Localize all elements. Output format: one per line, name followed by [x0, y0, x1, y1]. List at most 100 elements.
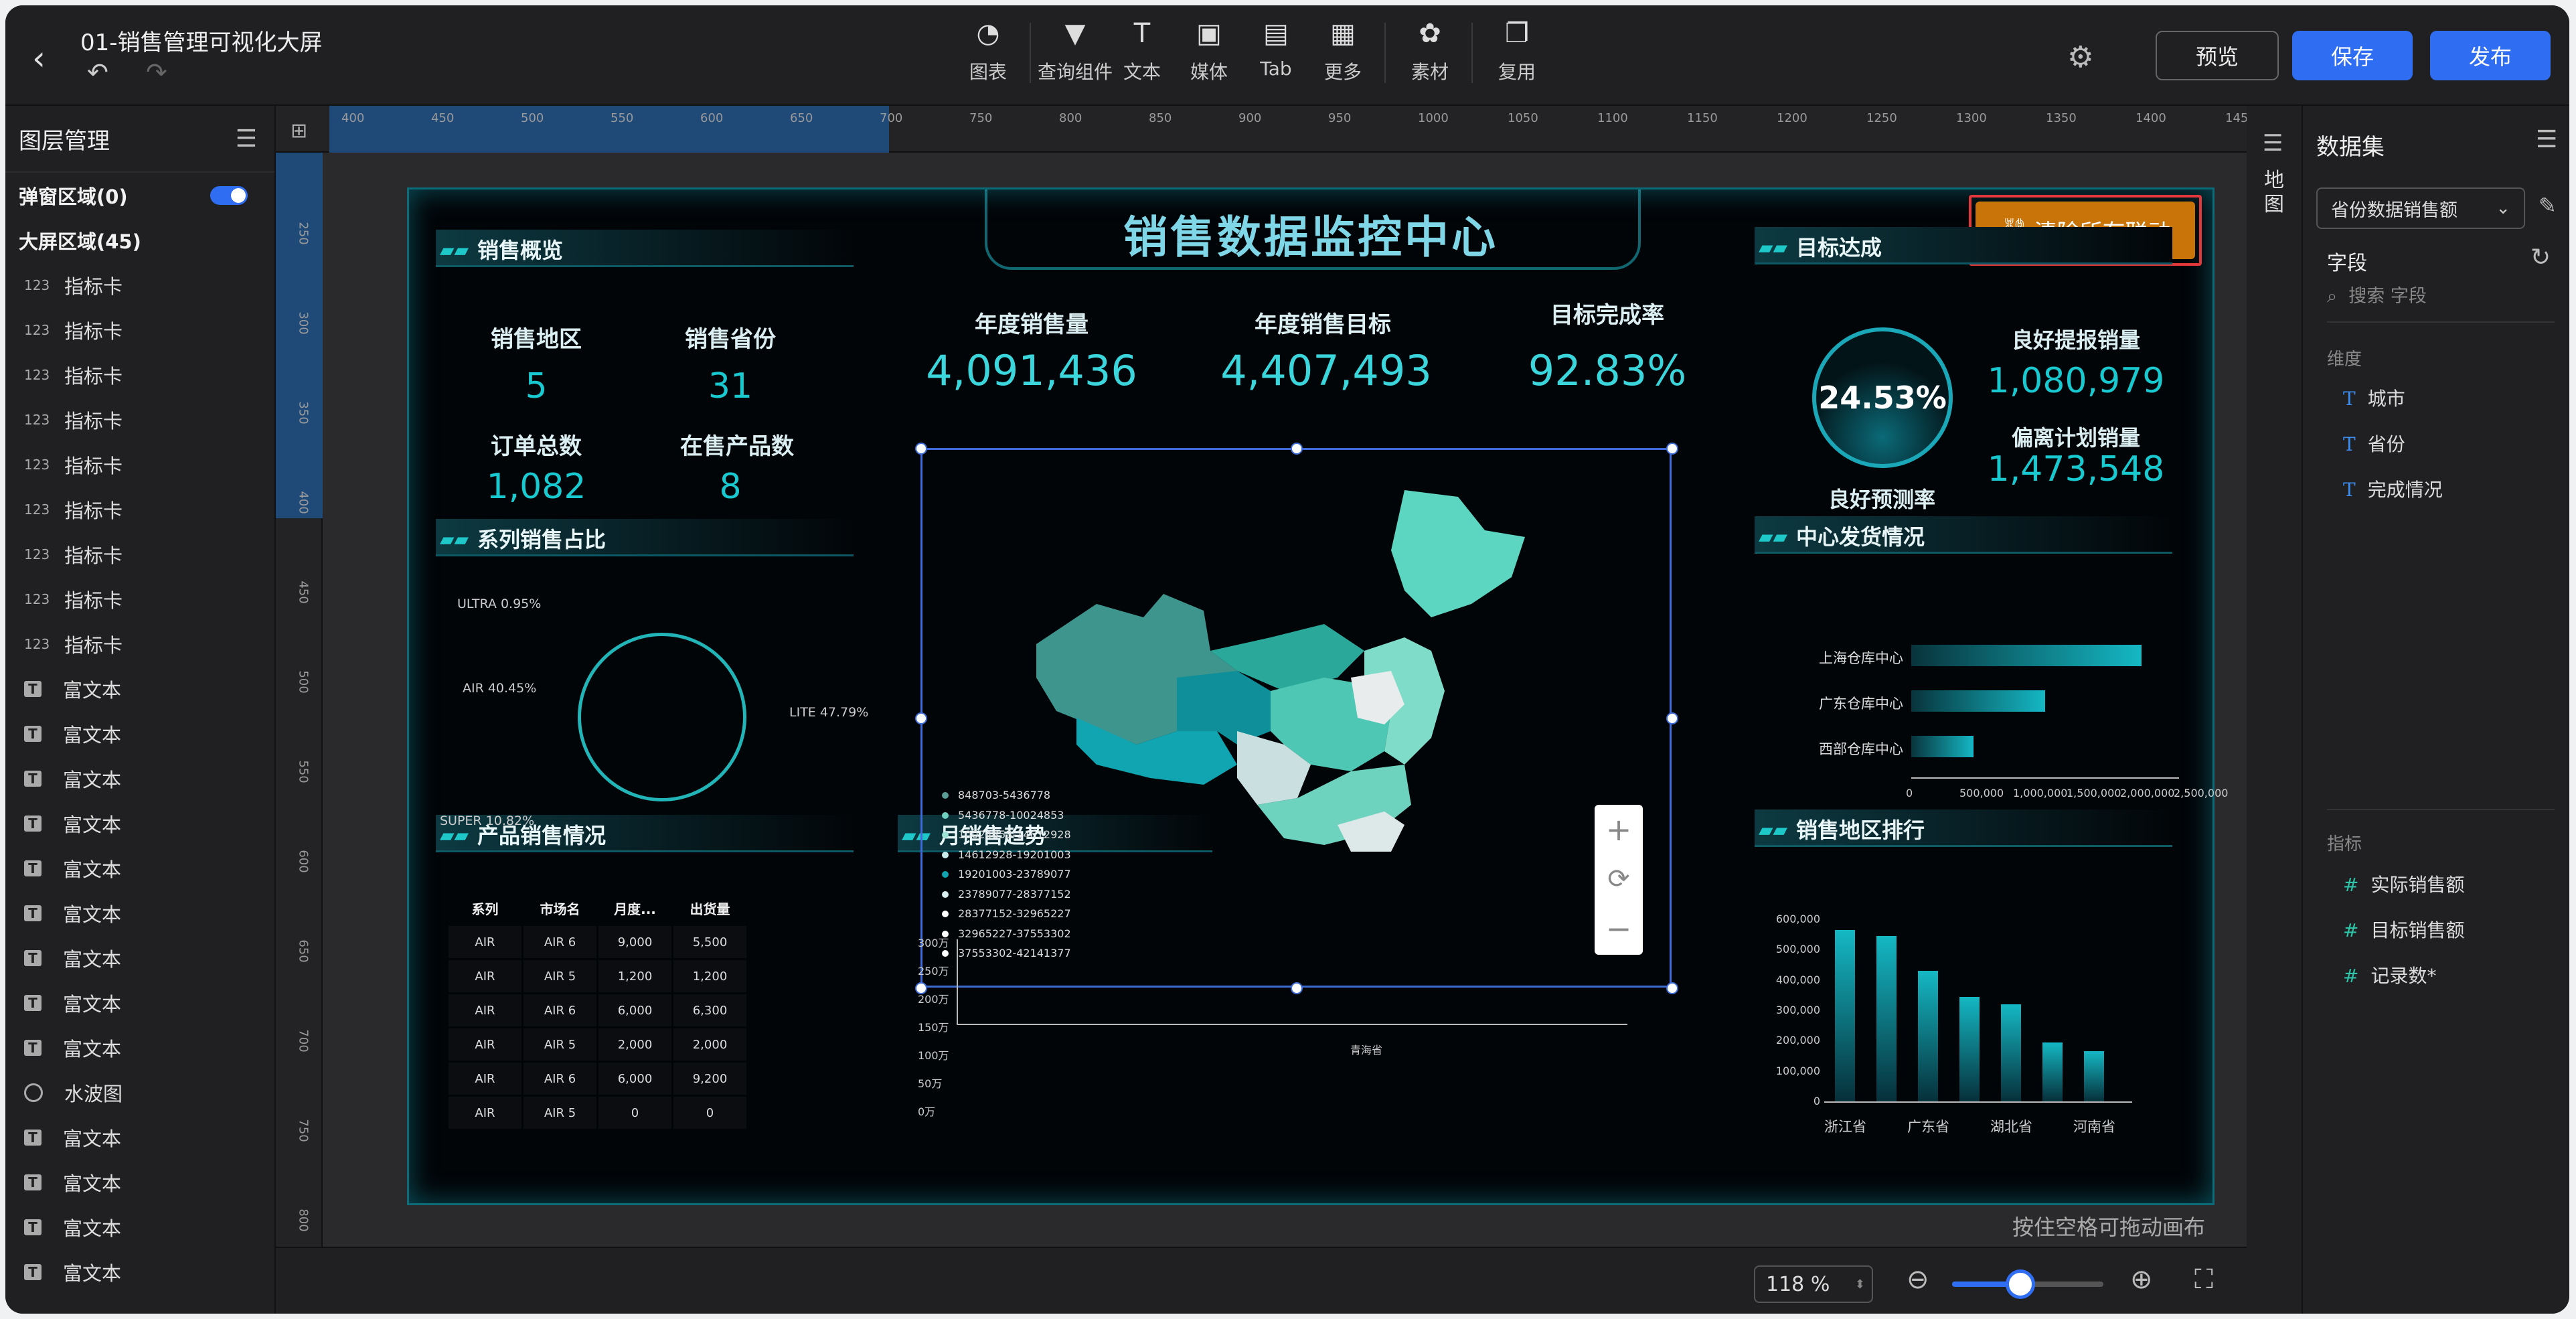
layer-item[interactable]: T 富文本 [5, 666, 274, 711]
layer-item[interactable]: T 富文本 [5, 1160, 274, 1205]
layer-item[interactable]: T 富文本 [5, 846, 274, 890]
zoom-slider[interactable] [1952, 1269, 2103, 1299]
resize-handle[interactable] [1291, 982, 1303, 994]
resize-handle[interactable] [1666, 982, 1678, 994]
layer-item[interactable]: 123 指标卡 [5, 397, 274, 442]
popup-group[interactable]: 弹窗区域(0) [5, 173, 274, 218]
region-bar[interactable] [2042, 1042, 2063, 1101]
layer-item[interactable]: T 富文本 [5, 756, 274, 801]
layer-item[interactable]: T 富文本 [5, 1025, 274, 1070]
resize-handle[interactable] [915, 712, 927, 724]
map-region-northeast[interactable] [1391, 490, 1525, 617]
canvas-area[interactable]: 400 450 500 550 600 650 700 750 800 850 900 950 1000… [276, 106, 2256, 1314]
region-bar[interactable] [1918, 971, 1938, 1101]
dashboard-screen[interactable]: 销售数据监控中心 ⛓清除所有联动 ▰▰销售概览 ▰▰系列销售占比 ▰▰产品销售情… [407, 187, 2228, 1205]
legend-item[interactable]: 19201003-23789077 [942, 864, 1071, 884]
popup-toggle[interactable] [210, 185, 248, 205]
region-bar[interactable] [2084, 1051, 2104, 1101]
map-reset-icon[interactable]: ⟳ [1595, 854, 1643, 904]
edit-icon[interactable]: ✎ [2539, 193, 2557, 218]
region-bar[interactable] [1835, 929, 1855, 1101]
layer-item[interactable]: 123 指标卡 [5, 352, 274, 397]
legend-item[interactable]: 848703-5436778 [942, 785, 1071, 805]
settings-sliders-icon[interactable]: ⚙ [2067, 40, 2093, 74]
tool-pie-chart[interactable]: ◔ 图表 [956, 20, 1020, 84]
dataset-select[interactable]: 省份数据销售额 ⌄ [2316, 187, 2525, 229]
legend-item[interactable]: 23789077-28377152 [942, 884, 1071, 905]
legend-item[interactable]: 32965227-37553302 [942, 924, 1071, 944]
map-zoom-in-icon[interactable]: + [1595, 805, 1643, 854]
resize-handle[interactable] [1291, 443, 1303, 455]
measure-field[interactable]: # 实际销售额 [2343, 870, 2464, 897]
zoom-stepper-icon[interactable]: ⬍ [1855, 1277, 1865, 1292]
layer-item[interactable]: 123 指标卡 [5, 307, 274, 352]
dataset-menu-icon[interactable]: ☰ [2536, 126, 2557, 153]
layer-item[interactable]: 123 指标卡 [5, 262, 274, 307]
tool-label: 更多 [1323, 61, 1362, 83]
resize-handle[interactable] [915, 443, 927, 455]
screen-group[interactable]: 大屏区域(45) [5, 218, 274, 262]
dataset-selected: 省份数据销售额 [2331, 200, 2458, 221]
dimension-field[interactable]: T 城市 [2343, 384, 2405, 411]
layer-item[interactable]: 123 指标卡 [5, 621, 274, 666]
legend-item[interactable]: 28377152-32965227 [942, 904, 1071, 924]
legend-item[interactable]: 5436778-10024853 [942, 805, 1071, 826]
delivery-bar[interactable] [1911, 690, 2045, 712]
tool-copy[interactable]: ❐ 复用 [1485, 20, 1549, 84]
dimension-field[interactable]: T 省份 [2343, 430, 2405, 457]
legend-item[interactable]: 37553302-42141377 [942, 943, 1071, 963]
dimension-field[interactable]: T 完成情况 [2343, 475, 2443, 502]
resize-handle[interactable] [1666, 712, 1678, 724]
region-bar[interactable] [2001, 1004, 2021, 1101]
measure-field[interactable]: # 目标销售额 [2343, 916, 2464, 943]
zoom-in-icon[interactable]: ⊕ [2130, 1264, 2153, 1295]
zoom-input[interactable]: 118 % ⬍ [1754, 1265, 1873, 1303]
delivery-bar[interactable] [1911, 736, 1974, 757]
layer-item[interactable]: T 富文本 [5, 935, 274, 980]
side-tab-label[interactable]: 地图 [2264, 169, 2284, 217]
fit-screen-icon[interactable]: ⛶ [2194, 1264, 2213, 1295]
preview-button[interactable]: 预览 [2156, 31, 2279, 80]
layer-item[interactable]: 123 指标卡 [5, 442, 274, 487]
layer-item[interactable]: T 富文本 [5, 711, 274, 756]
resize-handle[interactable] [1666, 443, 1678, 455]
tool-text[interactable]: T 文本 [1110, 20, 1174, 84]
map-zoom-out-icon[interactable]: − [1595, 904, 1643, 953]
side-menu-icon[interactable]: ☰ [2263, 130, 2283, 157]
layer-item[interactable]: 123 指标卡 [5, 576, 274, 621]
menu-icon[interactable]: ☰ [236, 125, 257, 153]
layer-item[interactable]: T 富文本 [5, 980, 274, 1025]
refresh-icon[interactable]: ↻ [2530, 244, 2551, 271]
layer-item[interactable]: 123 指标卡 [5, 532, 274, 576]
layer-item[interactable]: 123 指标卡 [5, 487, 274, 532]
layer-item[interactable]: T 富文本 [5, 1115, 274, 1160]
layer-item[interactable]: T 富文本 [5, 1205, 274, 1249]
layer-item[interactable]: 水波图 [5, 1070, 274, 1115]
legend-item[interactable]: 10024853-14612928 [942, 825, 1071, 845]
back-icon[interactable]: ‹ [32, 39, 46, 78]
table-cell: 1,200 [596, 958, 673, 994]
redo-icon[interactable]: ↷ [146, 58, 167, 87]
measure-field[interactable]: # 记录数* [2343, 961, 2436, 988]
layer-item[interactable]: T 富文本 [5, 801, 274, 846]
layer-item[interactable]: T 富文本 [5, 1249, 274, 1294]
undo-icon[interactable]: ↶ [87, 58, 108, 87]
tool-grid[interactable]: ▦ 更多 [1311, 20, 1375, 84]
save-button[interactable]: 保存 [2292, 31, 2413, 80]
zoom-out-icon[interactable]: ⊖ [1907, 1264, 1929, 1295]
region-bar[interactable] [1959, 996, 1980, 1101]
delivery-bar[interactable] [1911, 645, 2142, 666]
tool-palette[interactable]: ✿ 素材 [1398, 20, 1462, 84]
tool-tab[interactable]: ▤ Tab [1244, 20, 1308, 84]
layer-item[interactable]: T 富文本 [5, 890, 274, 935]
legend-item[interactable]: 14612928-19201003 [942, 845, 1071, 865]
publish-button[interactable]: 发布 [2430, 31, 2551, 80]
field-search-input[interactable]: ⌕ 搜索 字段 [2327, 281, 2427, 307]
ruler-tick: 600 [296, 850, 311, 873]
tool-filter[interactable]: ▼ 查询组件 [1038, 20, 1113, 84]
ruler-corner-icon[interactable]: ⊞ [291, 119, 307, 143]
region-bar[interactable] [1876, 935, 1897, 1101]
zoom-value: 118 [1766, 1272, 1805, 1296]
tool-image[interactable]: ▣ 媒体 [1177, 20, 1241, 84]
zoom-slider-handle[interactable] [2005, 1269, 2035, 1299]
